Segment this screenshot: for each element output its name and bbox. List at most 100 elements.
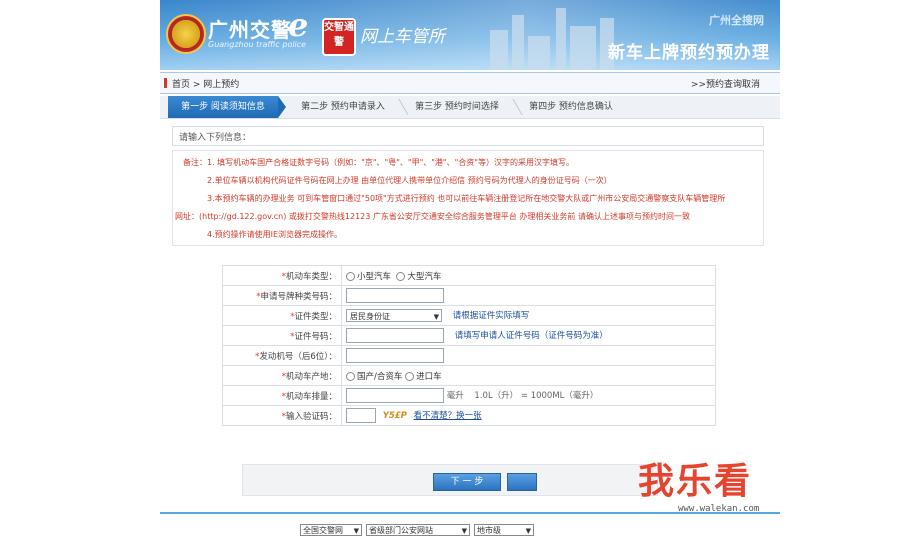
police-emblem-icon — [166, 14, 206, 54]
notice-box: 备注：1. 填写机动车国产合格证数字号码（例如："京"、"粤"、"甲"、"港"、… — [172, 150, 764, 246]
radio-label: 小型汽车 — [357, 271, 392, 282]
breadcrumb-marker — [164, 78, 167, 88]
label-text: 发动机号（后6位） — [259, 351, 329, 362]
step-label: 第三步 预约时间选择 — [415, 102, 499, 112]
plate-number-input[interactable] — [346, 288, 444, 303]
building-graphic — [512, 15, 524, 70]
captcha-image: Y5£P — [382, 411, 407, 421]
footer-select-city[interactable]: 地市级 ▼ — [474, 524, 534, 536]
captcha-input[interactable] — [346, 408, 376, 423]
field-hint: 请填写申请人证件号码（证件号码为准） — [454, 331, 608, 341]
footer-select-national[interactable]: 全国交警网 ▼ — [300, 524, 362, 536]
origin-radio-domestic[interactable] — [346, 371, 355, 381]
building-graphic — [528, 36, 550, 70]
form-field — [341, 345, 716, 366]
next-step-button[interactable]: 下 一 步 — [433, 473, 501, 491]
breadcrumb-path[interactable]: 首页 > 网上预约 — [172, 77, 239, 90]
label-text: 申请号牌种类号码 — [260, 291, 329, 302]
logo-e: e — [288, 6, 309, 44]
step-label: 第一步 阅读须知信息 — [181, 102, 265, 112]
form-field: 居民身份证 ▼ 请根据证件实际填写 — [341, 305, 716, 326]
form-row: *输入验证码： Y5£P 看不清楚？换一张 — [222, 405, 716, 426]
engine-number-input[interactable] — [346, 348, 444, 363]
form-label: *机动车类型： — [222, 265, 342, 286]
form-label: *机动车产地： — [222, 365, 342, 386]
header-banner: 广州交警 e Guangzhou traffic police 交智通警 网上车… — [160, 0, 780, 70]
field-hint: 1.0L（升） = 1000ML（毫升） — [474, 391, 599, 401]
query-cancel-link[interactable]: >>预约查询取消 — [691, 77, 760, 90]
city-label: 广州全搜网 — [709, 14, 764, 27]
step-4: 第四步 预约信息确认 — [516, 96, 626, 118]
form-row: *发动机号（后6位）： — [222, 345, 716, 366]
building-graphic — [570, 26, 596, 70]
form-row: *机动车产地： 国产/合资车 进口车 — [222, 365, 716, 386]
unit-label: 毫升 — [446, 391, 464, 401]
step-bar: 第一步 阅读须知信息 第二步 预约申请录入 第三步 预约时间选择 第四步 预约信… — [160, 96, 780, 119]
footer-select-provincial[interactable]: 省级部门公安网站 ▼ — [366, 524, 470, 536]
step-3: 第三步 预约时间选择 — [402, 96, 523, 118]
logo-subtitle: Guangzhou traffic police — [208, 40, 307, 49]
notice-line: 网址：(http://gd.122.gov.cn) 或拨打交警热线12123 广… — [175, 212, 690, 221]
form-row: *机动车类型： 小型汽车 大型汽车 — [222, 265, 716, 286]
watermark-url: www.walekan.com — [678, 504, 760, 514]
origin-radio-import[interactable] — [405, 371, 415, 381]
form-label: *机动车排量： — [222, 385, 342, 406]
step-label: 第四步 预约信息确认 — [529, 102, 613, 112]
secondary-button[interactable] — [507, 473, 537, 491]
smart-police-badge: 交智通警 — [322, 18, 356, 56]
field-hint: 请根据证件实际填写 — [452, 311, 530, 321]
watermark: 我乐看 www.walekan.com — [598, 444, 788, 530]
notice-line: 2.单位车辆以机构代码证件号码在网上办理 由单位代理人携带单位介绍信 预约号码为… — [207, 176, 612, 185]
form-label: *发动机号（后6位）： — [222, 345, 342, 366]
logo-text: 广州交警 — [208, 18, 292, 42]
watermark-logo: 我乐看 — [638, 461, 753, 502]
step-label: 第二步 预约申请录入 — [301, 102, 385, 112]
form-label: *输入验证码： — [222, 405, 342, 426]
form-row: *证件类型： 居民身份证 ▼ 请根据证件实际填写 — [222, 305, 716, 326]
chevron-down-icon: ▼ — [353, 527, 359, 535]
step-arrow-icon — [278, 96, 286, 118]
displacement-input[interactable] — [346, 388, 444, 403]
vehicle-type-radio-large[interactable] — [396, 271, 406, 281]
label-text: 证件类型 — [294, 311, 329, 322]
form-label: *证件类型： — [222, 305, 342, 326]
select-value: 省级部门公安网站 — [369, 526, 433, 535]
id-type-select[interactable]: 居民身份证 ▼ — [346, 309, 442, 322]
vehicle-type-radio-small[interactable] — [346, 271, 355, 281]
form-field: 国产/合资车 进口车 — [341, 365, 716, 386]
label-text: 机动车类型 — [285, 271, 329, 282]
chevron-down-icon: ▼ — [525, 527, 531, 535]
select-value: 居民身份证 — [350, 312, 390, 321]
radio-label: 大型汽车 — [407, 271, 442, 282]
id-number-input[interactable] — [346, 328, 444, 343]
step-2: 第二步 预约申请录入 — [288, 96, 409, 118]
form-field: 请填写申请人证件号码（证件号码为准） — [341, 325, 716, 346]
form-label: *申请号牌种类号码： — [222, 285, 342, 306]
label-text: 机动车产地 — [285, 371, 329, 382]
label-text: 证件号码 — [294, 331, 329, 342]
section-header: 请输入下列信息： — [172, 126, 764, 146]
notice-line: 4.预约操作请使用IE浏览器完成操作。 — [207, 230, 343, 239]
label-text: 机动车排量 — [285, 391, 329, 402]
form-field: 毫升 1.0L（升） = 1000ML（毫升） — [341, 385, 716, 406]
form-field — [341, 285, 716, 306]
form-label: *证件号码： — [222, 325, 342, 346]
radio-label: 进口车 — [416, 371, 442, 382]
select-value: 地市级 — [477, 526, 501, 535]
submit-bar: 下 一 步 — [242, 464, 658, 496]
step-1: 第一步 阅读须知信息 — [168, 96, 286, 118]
chevron-down-icon: ▼ — [433, 313, 439, 321]
radio-label: 国产/合资车 — [357, 371, 403, 382]
breadcrumb: 首页 > 网上预约 >>预约查询取消 — [160, 72, 780, 94]
captcha-refresh-link[interactable]: 看不清楚？换一张 — [414, 411, 482, 421]
building-graphic — [490, 30, 508, 70]
notice-line: 3.本预约车辆的办理业务 可到车管窗口通过"50项"方式进行预约 也可以前往车辆… — [207, 194, 726, 203]
form-row: *申请号牌种类号码： — [222, 285, 716, 306]
form-row: *证件号码： 请填写申请人证件号码（证件号码为准） — [222, 325, 716, 346]
hall-title: 网上车管所 — [360, 27, 445, 47]
form-field: 小型汽车 大型汽车 — [341, 265, 716, 286]
chevron-down-icon: ▼ — [461, 527, 467, 535]
notice-line: 备注：1. 填写机动车国产合格证数字号码（例如："京"、"粤"、"甲"、"港"、… — [183, 158, 574, 167]
form-row: *机动车排量： 毫升 1.0L（升） = 1000ML（毫升） — [222, 385, 716, 406]
form-field: Y5£P 看不清楚？换一张 — [341, 405, 716, 426]
